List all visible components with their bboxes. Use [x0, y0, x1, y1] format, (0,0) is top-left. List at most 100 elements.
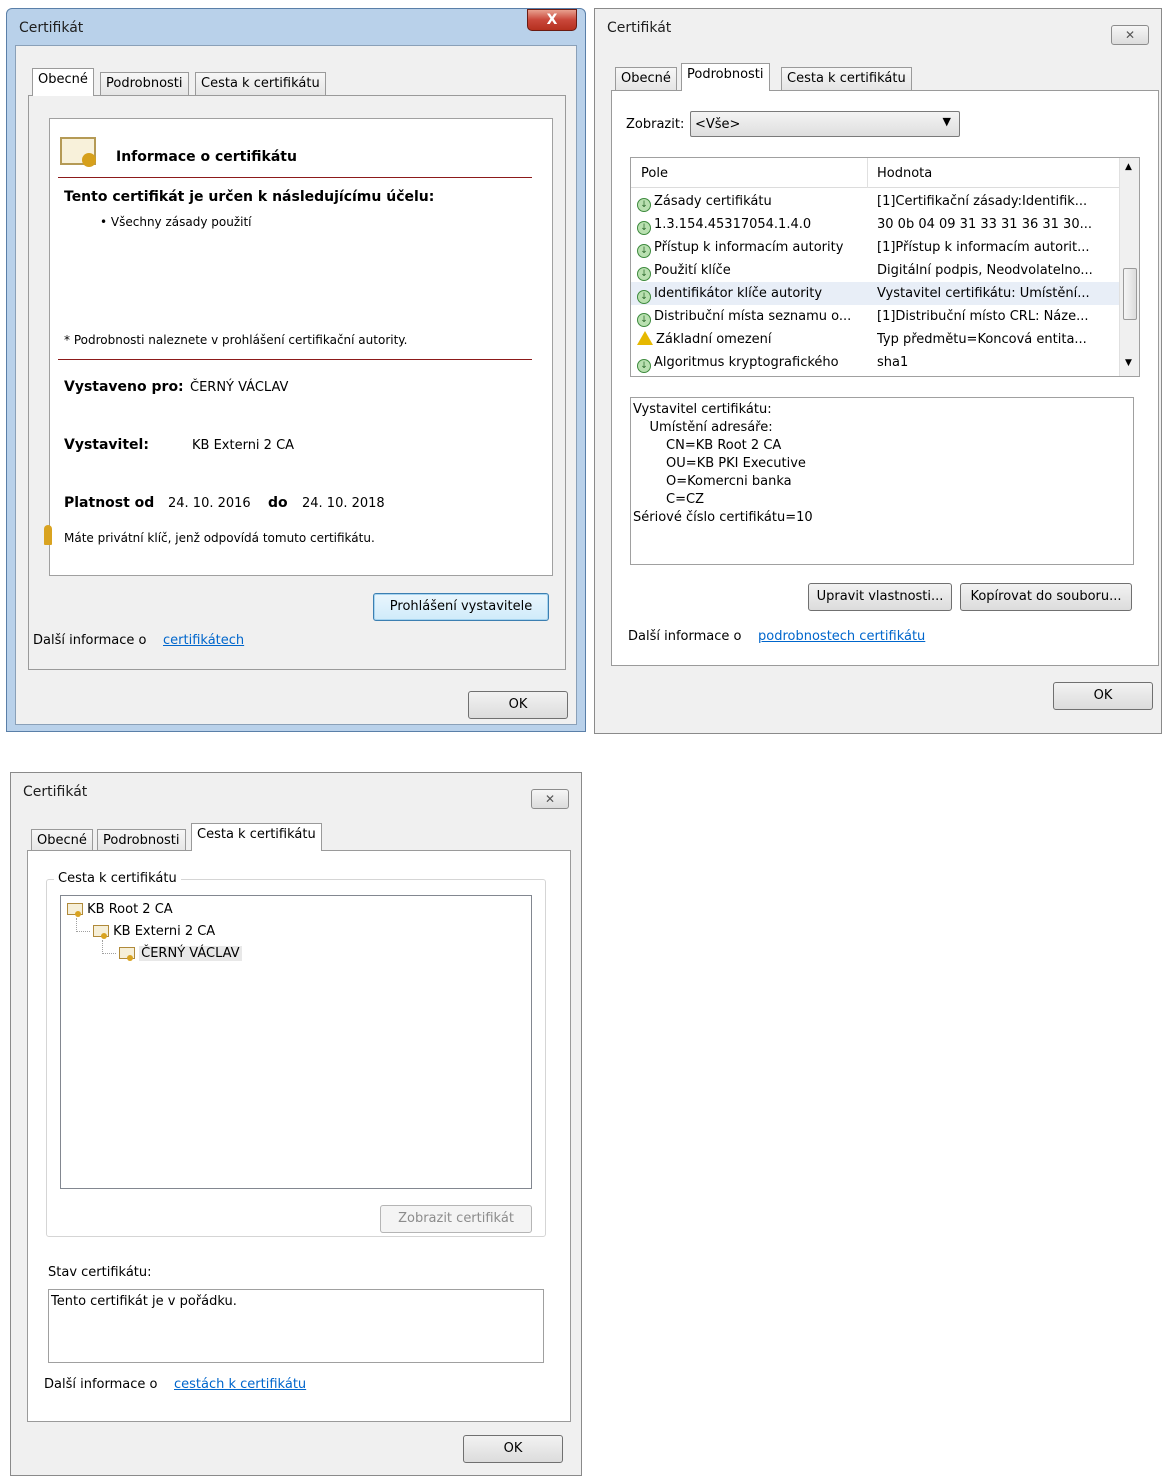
list-body: ↓ Zásady certifikátu [1]Certifikační zása… — [631, 190, 1119, 376]
ok-button[interactable]: OK — [1053, 682, 1153, 710]
valid-from-value: 24. 10. 2016 — [168, 496, 251, 511]
detail-line: Umístění adresáře: — [633, 420, 773, 435]
field-name: 1.3.154.45317054.1.4.0 — [654, 217, 812, 232]
info-box: Informace o certifikátu Tento certifikát… — [44, 118, 553, 576]
list-item[interactable]: ↓ Zásady certifikátu [1]Certifikační zása… — [631, 190, 1119, 213]
status-textbox[interactable]: Tento certifikát je v pořádku. — [48, 1289, 544, 1363]
more-info-text: Další informace o — [33, 633, 147, 648]
list-header: Pole Hodnota — [631, 158, 1119, 188]
vertical-scrollbar[interactable]: ▲ ▼ — [1119, 158, 1139, 376]
tree-line — [102, 940, 103, 954]
tab-certification-path[interactable]: Cesta k certifikátu — [195, 72, 326, 96]
path-tree[interactable]: KB Root 2 CA KB Externi 2 CA ČERNÝ VÁCLA… — [60, 895, 532, 1189]
ok-button[interactable]: OK — [463, 1435, 563, 1463]
tree-line — [76, 931, 90, 932]
show-select[interactable]: <Vše> ▼ — [690, 111, 960, 137]
title-bar[interactable]: Certifikát ✕ — [595, 9, 1161, 45]
list-item[interactable]: ↓ Přístup k informacím autority [1]Přístu… — [631, 236, 1119, 259]
field-value: [1]Distribuční místo CRL: Náze... — [877, 309, 1089, 324]
info-icon: ↓ — [637, 290, 651, 304]
window-title: Certifikát — [607, 20, 672, 36]
tree-node[interactable]: KB Externi 2 CA — [93, 924, 215, 939]
scroll-down-icon[interactable]: ▼ — [1125, 358, 1132, 368]
list-item[interactable]: ↓ Distribuční místa seznamu o... [1]Distr… — [631, 305, 1119, 328]
info-icon: ↓ — [637, 198, 651, 212]
issuer-label: Vystavitel: — [64, 437, 149, 453]
warning-icon — [637, 331, 653, 345]
title-bar[interactable]: Certifikát ✕ — [11, 773, 581, 809]
list-item[interactable]: ↓ 1.3.154.45317054.1.4.0 30 0b 04 09 31 3… — [631, 213, 1119, 236]
detail-line: OU=KB PKI Executive — [633, 456, 806, 471]
field-value: Digitální podpis, Neodvolatelno... — [877, 263, 1093, 278]
list-item[interactable]: ↓ Algoritmus kryptografického sha1 — [631, 351, 1119, 374]
valid-to-value: 24. 10. 2018 — [302, 496, 385, 511]
field-value: [1]Přístup k informacím autorit... — [877, 240, 1090, 255]
field-name: Použití klíče — [654, 263, 731, 278]
certification-path-link[interactable]: cestách k certifikátu — [174, 1377, 306, 1392]
info-title: Informace o certifikátu — [116, 149, 297, 165]
field-value: Vystavitel certifikátu: Umístění... — [877, 286, 1090, 301]
close-button[interactable]: X — [527, 9, 577, 31]
detail-line: O=Komercni banka — [633, 474, 792, 489]
status-label: Stav certifikátu: — [48, 1265, 152, 1280]
client-area: Obecné Podrobnosti Cesta k certifikátu I… — [15, 45, 577, 725]
detail-line: CN=KB Root 2 CA — [633, 438, 782, 453]
key-icon — [44, 525, 52, 545]
certificate-details-link[interactable]: podrobnostech certifikátu — [758, 629, 925, 644]
column-header-field[interactable]: Pole — [641, 166, 668, 181]
view-certificate-button[interactable]: Zobrazit certifikát — [380, 1205, 532, 1233]
purpose-item: • Všechny zásady použití — [100, 215, 252, 229]
ok-button[interactable]: OK — [468, 691, 568, 719]
certificates-link[interactable]: certifikátech — [163, 633, 244, 648]
info-icon: ↓ — [637, 221, 651, 235]
edit-properties-button[interactable]: Upravit vlastnosti... — [808, 583, 952, 611]
tree-line — [76, 918, 77, 932]
title-bar[interactable]: Certifikát X — [7, 9, 585, 45]
tab-details[interactable]: Podrobnosti — [681, 63, 770, 91]
certificate-icon — [67, 903, 83, 917]
chevron-down-icon: ▼ — [942, 115, 951, 128]
show-select-value: <Vše> — [695, 117, 741, 132]
path-group-label: Cesta k certifikátu — [54, 871, 181, 886]
tree-node-label: KB Root 2 CA — [87, 902, 173, 917]
list-item[interactable]: ↓ Použití klíče Digitální podpis, Neodvol… — [631, 259, 1119, 282]
scroll-up-icon[interactable]: ▲ — [1125, 162, 1132, 172]
scrollbar-thumb[interactable] — [1123, 268, 1137, 320]
details-note: * Podrobnosti naleznete v prohlášení cer… — [64, 333, 408, 347]
window-title: Certifikát — [23, 784, 88, 800]
detail-line: C=CZ — [633, 492, 705, 507]
field-value: [1]Certifikační zásady:Identifik... — [877, 194, 1088, 209]
certificate-dialog-path: Certifikát ✕ Obecné Podrobnosti Cesta k … — [10, 772, 582, 1476]
list-item[interactable]: Základní omezení Typ předmětu=Koncová en… — [631, 328, 1119, 351]
private-key-note: Máte privátní klíč, jenž odpovídá tomuto… — [64, 531, 375, 545]
more-info-text: Další informace o — [628, 629, 742, 644]
tab-general[interactable]: Obecné — [615, 67, 677, 91]
close-button[interactable]: ✕ — [1111, 25, 1149, 45]
copy-to-file-button[interactable]: Kopírovat do souboru... — [960, 583, 1132, 611]
tab-certification-path[interactable]: Cesta k certifikátu — [191, 823, 322, 851]
certificate-dialog-general: Certifikát X Obecné Podrobnosti Cesta k … — [6, 8, 586, 732]
field-name: Identifikátor klíče autority — [654, 286, 823, 301]
issuer-statement-button[interactable]: Prohlášení vystavitele — [373, 593, 549, 621]
field-name: Přístup k informacím autority — [654, 240, 844, 255]
tree-node-selected[interactable]: ČERNÝ VÁCLAV — [119, 946, 242, 961]
field-name: Algoritmus kryptografického — [654, 355, 839, 370]
list-item-selected[interactable]: ↓ Identifikátor klíče autority Vystavitel… — [631, 282, 1119, 305]
divider — [58, 177, 532, 178]
column-header-value[interactable]: Hodnota — [877, 166, 932, 181]
tab-general[interactable]: Obecné — [32, 68, 94, 96]
divider — [58, 359, 532, 360]
tree-node[interactable]: KB Root 2 CA — [67, 902, 173, 917]
column-divider — [867, 158, 868, 188]
tree-node-label: KB Externi 2 CA — [113, 924, 216, 939]
tab-certification-path[interactable]: Cesta k certifikátu — [781, 67, 912, 91]
fields-list[interactable]: Pole Hodnota ↓ Zásady certifikátu [1]Cert… — [630, 157, 1140, 377]
tab-details[interactable]: Podrobnosti — [100, 72, 189, 96]
info-icon: ↓ — [637, 313, 651, 327]
detail-textbox[interactable]: Vystavitel certifikátu: Umístění adresář… — [630, 397, 1134, 565]
certificate-icon — [119, 947, 135, 961]
issuer-value: KB Externi 2 CA — [192, 438, 295, 453]
close-button[interactable]: ✕ — [531, 789, 569, 809]
field-name: Základní omezení — [656, 332, 772, 347]
status-value: Tento certifikát je v pořádku. — [51, 1294, 237, 1309]
